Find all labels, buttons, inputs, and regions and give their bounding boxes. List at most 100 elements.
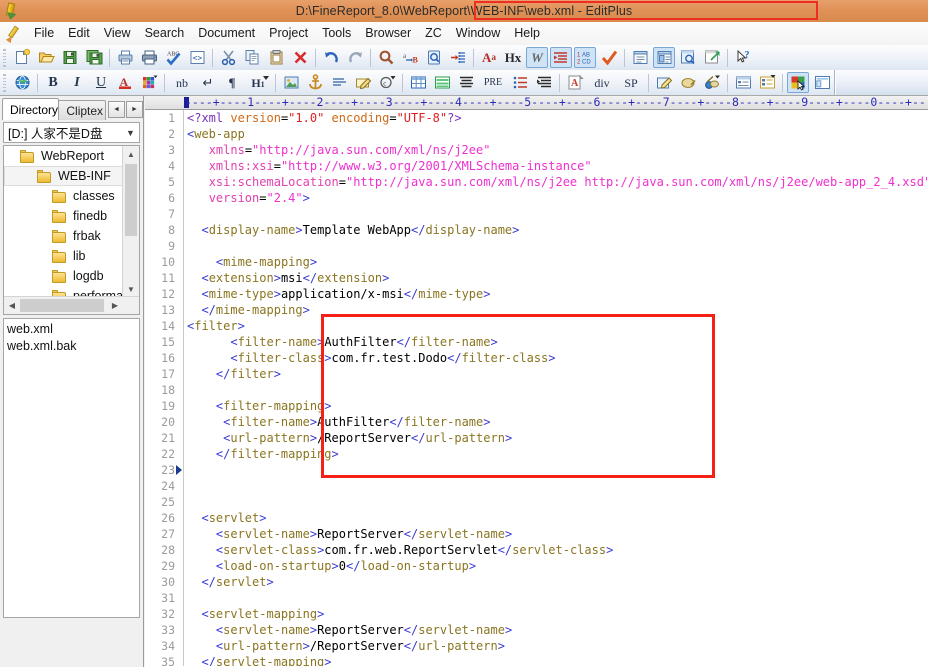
split-window-icon[interactable]: [653, 47, 675, 68]
select-list-icon[interactable]: [756, 72, 778, 93]
code-line[interactable]: 24: [145, 478, 928, 494]
tree-item-webreport[interactable]: WebReport: [4, 146, 123, 166]
spell-check-icon[interactable]: ABC: [162, 47, 184, 68]
list-icon[interactable]: [509, 72, 531, 93]
anchor-tag-icon[interactable]: A: [564, 72, 586, 93]
code-line[interactable]: 35 </servlet-mapping>: [145, 654, 928, 666]
insert-table-icon[interactable]: [407, 72, 429, 93]
table-row-icon[interactable]: [431, 72, 453, 93]
edit-form-icon[interactable]: [653, 72, 675, 93]
line-numbers-icon[interactable]: 1 2 AB CD: [574, 47, 596, 68]
code-line[interactable]: 14 <filter>: [145, 318, 928, 334]
comment-icon[interactable]: [677, 72, 699, 93]
file-list-item[interactable]: web.xml: [7, 321, 139, 338]
tree-item-web-inf[interactable]: WEB-INF: [4, 166, 123, 186]
copyright-icon[interactable]: c: [376, 72, 398, 93]
color-palette-icon[interactable]: [138, 72, 160, 93]
underline-icon[interactable]: U: [90, 72, 112, 93]
tree-item-finedb[interactable]: finedb: [4, 206, 123, 226]
menu-item-browser[interactable]: Browser: [358, 23, 418, 44]
code-line[interactable]: 7: [145, 206, 928, 222]
insert-image-icon[interactable]: [280, 72, 302, 93]
tree-item-classes[interactable]: classes: [4, 186, 123, 206]
tab-scroll-prev-icon[interactable]: ◄: [108, 100, 125, 118]
cut-icon[interactable]: [217, 47, 239, 68]
scroll-up-icon[interactable]: ▲: [123, 146, 139, 162]
scroll-left-icon[interactable]: ◀: [4, 297, 20, 314]
print-icon[interactable]: [138, 47, 160, 68]
globe-icon[interactable]: [11, 72, 33, 93]
code-line[interactable]: 29 <load-on-startup>0</load-on-startup>: [145, 558, 928, 574]
undo-icon[interactable]: [320, 47, 342, 68]
menu-item-project[interactable]: Project: [262, 23, 315, 44]
paste-icon[interactable]: [265, 47, 287, 68]
copy-icon[interactable]: [241, 47, 263, 68]
tree-item-logdb[interactable]: logdb: [4, 266, 123, 286]
chevron-down-icon[interactable]: ▼: [122, 123, 139, 142]
menu-item-help[interactable]: Help: [507, 23, 547, 44]
hex-viewer-icon[interactable]: Hx: [502, 47, 524, 68]
word-wrap-icon[interactable]: W: [526, 47, 548, 68]
code-line[interactable]: 28 <servlet-class>com.fr.web.ReportServl…: [145, 542, 928, 558]
menu-item-view[interactable]: View: [97, 23, 138, 44]
folder-tree-hscrollbar[interactable]: ◀ ▶: [4, 296, 139, 314]
document-selector-icon[interactable]: [629, 47, 651, 68]
horizontal-rule-icon[interactable]: [328, 72, 350, 93]
preview-icon[interactable]: [677, 47, 699, 68]
preformatted-icon[interactable]: PRE: [479, 72, 507, 93]
open-file-icon[interactable]: [35, 47, 57, 68]
nonbreaking-space-icon[interactable]: nb: [169, 72, 195, 93]
tree-item-frbak[interactable]: frbak: [4, 226, 123, 246]
code-line[interactable]: 21 <url-pattern>/ReportServer</url-patte…: [145, 430, 928, 446]
check-icon[interactable]: [598, 47, 620, 68]
code-line[interactable]: 22 </filter-mapping>: [145, 446, 928, 462]
browser-external-icon[interactable]: [701, 47, 723, 68]
form-field-icon[interactable]: [732, 72, 754, 93]
code-line[interactable]: 26 <servlet>: [145, 510, 928, 526]
code-line[interactable]: 4 xmlns:xsi="http://www.w3.org/2001/XMLS…: [145, 158, 928, 174]
new-file-icon[interactable]: [11, 47, 33, 68]
tree-item-lib[interactable]: lib: [4, 246, 123, 266]
print-preview-icon[interactable]: [114, 47, 136, 68]
tab-scroll-next-icon[interactable]: ►: [126, 100, 143, 118]
edit-note-icon[interactable]: [352, 72, 374, 93]
div-tag-icon[interactable]: div: [588, 72, 616, 93]
code-line[interactable]: 2 <web-app: [145, 126, 928, 142]
ordered-list-icon[interactable]: [533, 72, 555, 93]
code-line[interactable]: 10 <mime-mapping>: [145, 254, 928, 270]
delete-icon[interactable]: [289, 47, 311, 68]
find-in-files-icon[interactable]: [423, 47, 445, 68]
folder-tree-vscrollbar[interactable]: ▲ ▼: [122, 146, 139, 314]
code-line[interactable]: 34 <url-pattern>/ReportServer</url-patte…: [145, 638, 928, 654]
save-icon[interactable]: [59, 47, 81, 68]
code-line[interactable]: 8 <display-name>Template WebApp</display…: [145, 222, 928, 238]
code-line[interactable]: 23: [145, 462, 928, 478]
code-line[interactable]: 19 <filter-mapping>: [145, 398, 928, 414]
code-area[interactable]: 1 <?xml version="1.0" encoding="UTF-8"?> 2…: [145, 110, 928, 666]
code-line[interactable]: 12 <mime-type>application/x-msi</mime-ty…: [145, 286, 928, 302]
drive-selector[interactable]: [D:] 人家不是D盘 ▼: [3, 122, 140, 143]
toolbar-grip[interactable]: [1, 47, 8, 68]
menu-item-zc[interactable]: ZC: [418, 23, 449, 44]
scroll-right-icon[interactable]: ▶: [107, 297, 123, 314]
menu-item-tools[interactable]: Tools: [315, 23, 358, 44]
code-line[interactable]: 1 <?xml version="1.0" encoding="UTF-8"?>: [145, 110, 928, 126]
color-picker-icon[interactable]: [787, 72, 809, 93]
italic-icon[interactable]: I: [66, 72, 88, 93]
menu-item-edit[interactable]: Edit: [61, 23, 97, 44]
hscroll-thumb[interactable]: [20, 299, 104, 312]
code-line[interactable]: 20 <filter-name>AuthFilter</filter-name>: [145, 414, 928, 430]
tab-cliptext[interactable]: Cliptex: [58, 100, 106, 120]
find-icon[interactable]: [375, 47, 397, 68]
redo-icon[interactable]: [344, 47, 366, 68]
code-lines[interactable]: 1 <?xml version="1.0" encoding="UTF-8"?> 2…: [145, 110, 928, 666]
anchor-icon[interactable]: [304, 72, 326, 93]
align-icon[interactable]: [455, 72, 477, 93]
menu-item-search[interactable]: Search: [138, 23, 192, 44]
code-line[interactable]: 32 <servlet-mapping>: [145, 606, 928, 622]
font-color-icon[interactable]: A: [114, 72, 136, 93]
code-line[interactable]: 6 version="2.4">: [145, 190, 928, 206]
file-list[interactable]: web.xml web.xml.bak: [3, 318, 140, 618]
help-pointer-icon[interactable]: ?: [732, 47, 754, 68]
code-line[interactable]: 17 </filter>: [145, 366, 928, 382]
